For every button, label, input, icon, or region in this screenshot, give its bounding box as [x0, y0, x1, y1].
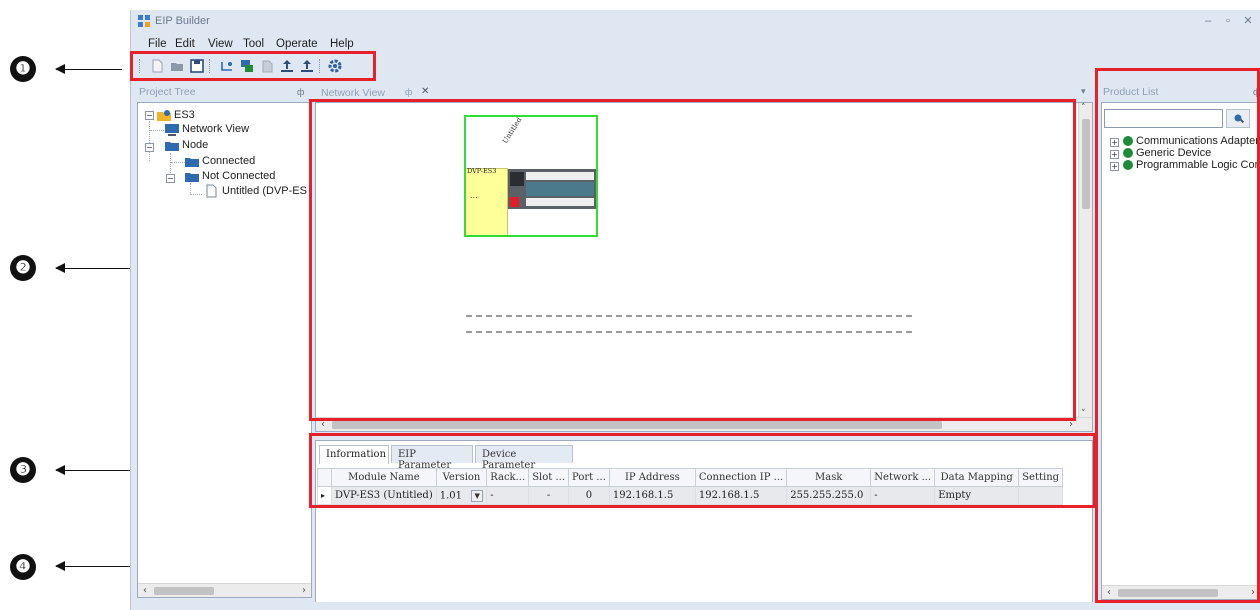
callout-3: ❸: [10, 457, 36, 483]
folder-icon: [185, 158, 199, 167]
close-tab-icon[interactable]: ✕: [421, 86, 429, 97]
tree-connector: [190, 194, 202, 195]
scroll-up-icon[interactable]: ˄: [1081, 103, 1086, 113]
highlight-network-view: [309, 99, 1076, 421]
menu-tool[interactable]: Tool: [243, 38, 264, 50]
project-tree-header: Project Tree ф: [137, 86, 312, 101]
folder-icon: [165, 142, 179, 151]
tree-item-connected[interactable]: Connected: [202, 155, 255, 167]
tree-item-not-connected[interactable]: Not Connected: [202, 170, 275, 182]
collapse-icon[interactable]: −: [145, 111, 154, 120]
menu-edit[interactable]: Edit: [175, 38, 195, 50]
app-logo-icon: [138, 15, 150, 27]
close-button[interactable]: ✕: [1241, 14, 1255, 28]
window-title: EIP Builder: [155, 15, 210, 27]
tree-connector: [149, 121, 150, 161]
callout-2: ❷: [10, 255, 36, 281]
network-view-icon: [165, 124, 179, 136]
scrollbar-thumb[interactable]: [1082, 119, 1090, 209]
highlight-product-list: [1095, 68, 1260, 603]
tree-item-project[interactable]: ES3: [174, 109, 195, 121]
menu-help[interactable]: Help: [330, 38, 354, 50]
callout-1: ❶: [10, 56, 36, 82]
collapse-icon[interactable]: −: [166, 174, 175, 183]
project-tree-title: Project Tree: [139, 86, 196, 98]
chevron-down-icon[interactable]: ▾: [1081, 87, 1086, 97]
network-view-vscroll[interactable]: ˄ ˅: [1078, 103, 1092, 419]
tree-item-network-view[interactable]: Network View: [182, 123, 249, 135]
minimize-button[interactable]: –: [1201, 14, 1215, 28]
tree-item-device[interactable]: Untitled (DVP-ES: [222, 185, 307, 197]
scroll-left-icon[interactable]: ‹: [138, 584, 152, 598]
menu-file[interactable]: File: [148, 38, 167, 50]
status-bar: [131, 602, 1260, 610]
pin-icon[interactable]: ф: [405, 87, 412, 97]
collapse-icon[interactable]: −: [145, 143, 154, 152]
title-bar: EIP Builder – ▫ ✕: [131, 10, 1260, 34]
tree-connector: [171, 162, 185, 163]
project-tree-scrollbar[interactable]: ‹ ›: [138, 583, 311, 597]
device-file-icon: [206, 184, 217, 198]
project-tree-panel: − ES3 Network View − Node Connected − No…: [137, 102, 312, 598]
tree-item-node[interactable]: Node: [182, 139, 208, 151]
tree-connector: [150, 130, 164, 131]
project-icon: [157, 110, 171, 121]
pin-icon[interactable]: ф: [297, 87, 304, 97]
highlight-toolbar: [130, 51, 376, 81]
highlight-info-table: [309, 433, 1096, 508]
tab-label: Network View: [321, 87, 385, 99]
callout-4: ❹: [10, 554, 36, 580]
callout-1-arrow: [55, 64, 122, 74]
folder-icon: [185, 173, 199, 182]
maximize-button[interactable]: ▫: [1221, 14, 1235, 28]
menu-view[interactable]: View: [208, 38, 233, 50]
scrollbar-thumb[interactable]: [154, 587, 214, 595]
scroll-right-icon[interactable]: ›: [297, 584, 311, 598]
menu-operate[interactable]: Operate: [276, 38, 318, 50]
scrollbar-thumb[interactable]: [332, 421, 942, 429]
